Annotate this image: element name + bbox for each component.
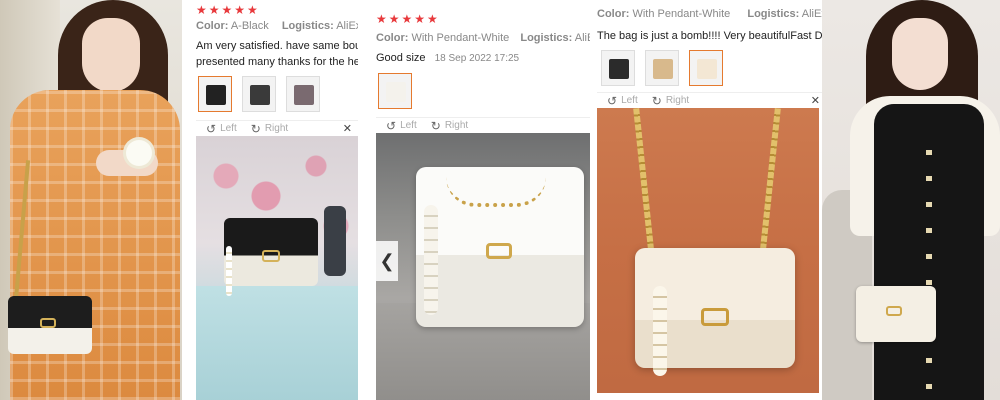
logistics-value: AliExpres	[336, 20, 358, 32]
rotate-left-label: Left	[400, 120, 417, 131]
close-viewer-icon[interactable]: ✕	[811, 94, 820, 107]
bottle	[324, 206, 346, 276]
review-date: 18 Sep 2022 17:25	[434, 53, 520, 64]
bag-heart-clasp	[886, 306, 902, 316]
bag-heart-clasp	[40, 318, 56, 328]
rotate-left-icon: ↺	[607, 93, 618, 108]
rotate-left-button[interactable]: ↺ Left	[607, 94, 638, 108]
review-comment: Am very satisfied. have same boug	[196, 40, 358, 52]
product-photo-model-right	[822, 0, 1000, 400]
review-thumbnails	[378, 73, 590, 109]
rotate-right-icon: ↻	[430, 118, 441, 133]
rotate-left-label: Left	[220, 123, 237, 134]
review-comment-line-2: presented many thanks for the hel	[196, 56, 358, 68]
review-attributes: Color: A-Black Logistics: AliExpres	[196, 20, 358, 32]
image-viewer-toolbar: ↺ Left ↻ Right ✕	[597, 92, 822, 108]
review-image-large: ❮	[376, 133, 590, 400]
rotate-right-icon: ↻	[651, 93, 662, 108]
previous-image-button[interactable]: ❮	[376, 241, 398, 281]
logistics-value: AliExpres	[574, 32, 590, 44]
bag-heart-clasp	[486, 243, 512, 259]
pearl-pendant	[226, 246, 232, 296]
review-attributes: Color: With Pendant-White Logistics: Ali…	[376, 32, 590, 44]
close-viewer-icon[interactable]: ✕	[343, 122, 352, 135]
dress-buttons	[926, 150, 932, 390]
review-thumbnail[interactable]	[242, 76, 276, 112]
review-image-large	[196, 136, 358, 400]
rotate-left-icon: ↺	[206, 121, 217, 136]
bag-chain-strap	[446, 177, 546, 207]
bag-heart-clasp	[262, 250, 280, 262]
review-thumbnails	[198, 76, 358, 112]
logistics-label: Logistics:	[747, 8, 800, 20]
rotate-left-icon: ↺	[386, 118, 397, 133]
rotate-right-label: Right	[444, 120, 469, 131]
image-viewer-toolbar: ↺ Left ↻ Right ✕	[196, 120, 358, 136]
rotate-right-button[interactable]: ↻ Right	[652, 94, 689, 108]
review-thumbnail[interactable]	[601, 50, 635, 86]
bag-chain-strap	[633, 108, 655, 258]
rotate-right-label: Right	[665, 95, 690, 106]
tablecloth	[196, 286, 358, 400]
flower-bouquet	[126, 140, 152, 166]
bag-heart-clasp	[701, 308, 729, 326]
color-label: Color:	[376, 32, 409, 44]
rotate-left-label: Left	[621, 95, 638, 106]
rating-stars: ★★★★★	[196, 3, 260, 17]
logistics-label: Logistics:	[520, 32, 573, 44]
review-thumbnail[interactable]	[198, 76, 232, 112]
model-face	[82, 18, 140, 92]
logistics-value: AliExpre	[801, 8, 822, 20]
model-face	[892, 18, 948, 90]
color-label: Color:	[196, 20, 229, 32]
review-comment: The bag is just a bomb!!!! Very beautifu…	[597, 30, 822, 42]
review-card-1: ★★★★★ Color: A-Black Logistics: AliExpre…	[196, 0, 358, 400]
rotate-left-button[interactable]: ↺ Left	[206, 122, 237, 136]
rotate-right-button[interactable]: ↻ Right	[251, 122, 288, 136]
color-label: Color:	[597, 8, 630, 20]
pearl-pendant	[424, 205, 438, 315]
color-value: With Pendant-White	[632, 8, 731, 20]
review-thumbnail[interactable]	[645, 50, 679, 86]
review-attributes: Color: With Pendant-White Logistics: Ali…	[597, 8, 822, 20]
logistics-label: Logistics:	[281, 20, 334, 32]
review-card-3: Color: With Pendant-White Logistics: Ali…	[597, 0, 822, 400]
review-thumbnails	[601, 50, 822, 86]
pearl-pendant	[653, 286, 667, 376]
rotate-left-button[interactable]: ↺ Left	[386, 119, 417, 133]
review-image-large	[597, 108, 819, 393]
bag-chain-strap	[759, 108, 781, 258]
review-thumbnail[interactable]	[378, 73, 412, 109]
rotate-right-icon: ↻	[250, 121, 261, 136]
rating-stars: ★★★★★	[376, 12, 440, 26]
rotate-right-label: Right	[264, 123, 289, 134]
review-card-2: ★★★★★ Color: With Pendant-White Logistic…	[376, 0, 590, 400]
review-comment-row: Good size 18 Sep 2022 17:25	[376, 50, 590, 67]
review-thumbnail[interactable]	[689, 50, 723, 86]
rotate-right-button[interactable]: ↻ Right	[431, 119, 468, 133]
color-value: With Pendant-White	[411, 32, 510, 44]
product-photo-model-left	[0, 0, 182, 400]
review-thumbnail[interactable]	[286, 76, 320, 112]
image-viewer-toolbar: ↺ Left ↻ Right	[376, 117, 590, 133]
review-comment: Good size	[376, 52, 426, 64]
color-value: A-Black	[230, 20, 269, 32]
